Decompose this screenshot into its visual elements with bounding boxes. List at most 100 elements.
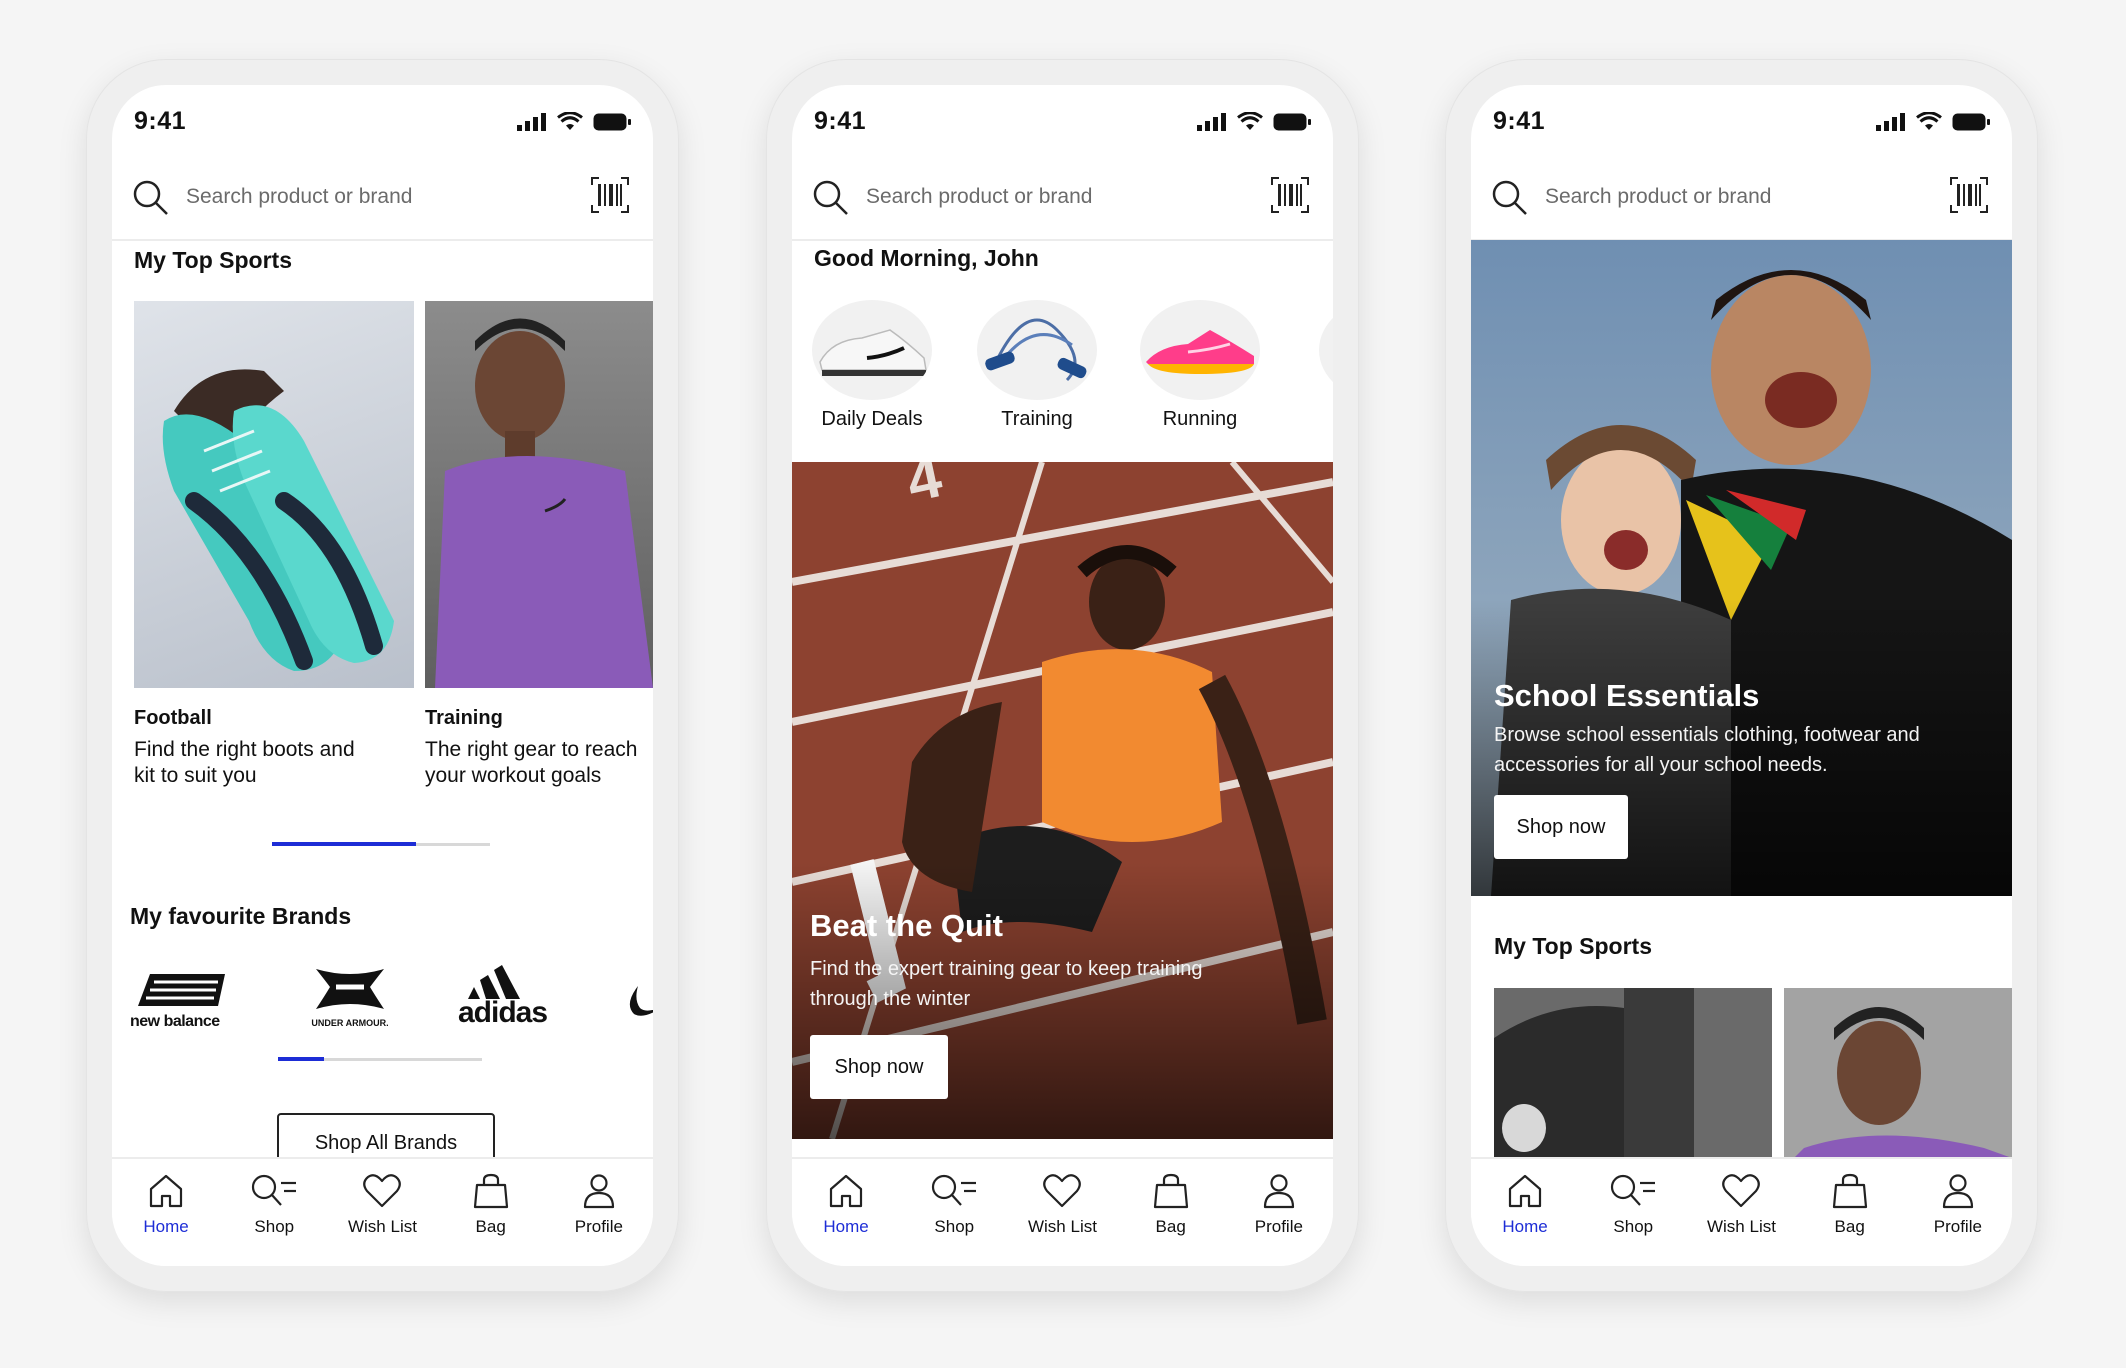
wifi-icon (1916, 112, 1942, 130)
home-icon (829, 1174, 863, 1208)
tab-label: Home (143, 1217, 189, 1236)
training-card-image[interactable] (425, 301, 653, 688)
hero-banner-school-essentials[interactable]: School Essentials Browse school essentia… (1471, 240, 2012, 896)
sport-desc-football: Find the right boots and kit to suit you (134, 737, 355, 789)
football-boots-image (162, 369, 394, 671)
barcode-scan-icon[interactable] (1950, 177, 1988, 213)
tab-wish-list[interactable]: Wish List (332, 1159, 432, 1266)
brand-new-balance[interactable]: new balance (130, 970, 240, 1040)
status-time: 9:41 (134, 107, 187, 135)
tab-bag[interactable]: Bag (1121, 1159, 1221, 1266)
pink-running-shoe-image (1146, 330, 1254, 374)
greeting-title: Good Morning, John (814, 245, 1039, 271)
category-thumb (977, 300, 1097, 400)
category-label: Running (1162, 408, 1238, 430)
tab-label: Wish List (1706, 1217, 1776, 1236)
jump-rope-image (985, 318, 1087, 382)
status-time: 9:41 (814, 107, 867, 135)
tab-home[interactable]: Home (116, 1159, 216, 1266)
tab-profile[interactable]: Profile (1229, 1159, 1329, 1266)
tab-label: Profile (1933, 1217, 1982, 1236)
hero-desc-line: Browse school essentials clothing, footw… (1494, 724, 1920, 746)
search-input[interactable]: Search product or brand (866, 185, 1092, 209)
training-athlete-image (1784, 988, 2012, 1158)
status-bar: 9:41 (1471, 85, 2012, 155)
sport-card-image[interactable] (1784, 988, 2012, 1158)
category-training[interactable]: Training (972, 300, 1102, 431)
heart-icon (1043, 1174, 1082, 1208)
search-bar[interactable]: Search product or brand (1471, 155, 2012, 241)
phone-frame-1: 9:41 Search product or brand My Top Spor… (86, 59, 679, 1292)
shop-search-icon (252, 1174, 297, 1206)
search-input[interactable]: Search product or brand (1545, 185, 1771, 209)
new-balance-logo (138, 974, 225, 1006)
category-label: Daily Deals (821, 408, 923, 430)
category-daily-deals[interactable]: Daily Deals (807, 300, 937, 431)
sport-desc-line: Find the right boots and (134, 738, 355, 761)
sports-pager-indicator (272, 842, 416, 846)
phone-frame-2: 9:41 Search product or brand Good Mornin… (766, 59, 1359, 1292)
hero-title: School Essentials (1494, 678, 1760, 713)
brand-under-armour[interactable]: UNDER ARMOUR. (300, 965, 400, 1040)
tab-wish-list[interactable]: Wish List (1012, 1159, 1112, 1266)
tab-wish-list[interactable]: Wish List (1691, 1159, 1791, 1266)
phone-frame-3: 9:41 Search product or brand School Esse… (1445, 59, 2038, 1292)
category-thumb (812, 300, 932, 400)
section-title-top-sports: My Top Sports (1494, 933, 1653, 959)
status-bar: 9:41 (112, 85, 653, 155)
search-input[interactable]: Search product or brand (186, 185, 412, 209)
barcode-scan-icon[interactable] (1271, 177, 1309, 213)
sport-desc-line: The right gear to reach (425, 738, 638, 761)
brand-adidas[interactable]: adidas (458, 963, 558, 1033)
tab-shop[interactable]: Shop (224, 1159, 324, 1266)
hero-shop-now-button[interactable]: Shop now (1494, 795, 1628, 859)
tab-bag[interactable]: Bag (1800, 1159, 1900, 1266)
profile-icon (1942, 1174, 1973, 1209)
tab-profile[interactable]: Profile (1908, 1159, 2008, 1266)
barcode-scan-icon[interactable] (591, 177, 629, 213)
heart-icon (1722, 1174, 1761, 1208)
section-title-top-sports: My Top Sports (134, 247, 293, 273)
tab-label: Shop (934, 1217, 975, 1236)
shop-search-icon (932, 1174, 977, 1206)
hero-shop-now-button[interactable]: Shop now (810, 1035, 948, 1099)
tab-home[interactable]: Home (1475, 1159, 1575, 1266)
sport-name-football: Football (134, 707, 212, 729)
tab-bar: Home Shop Wish List Bag Profile (112, 1157, 653, 1266)
tab-label: Bag (475, 1217, 506, 1236)
tab-label: Wish List (1027, 1217, 1097, 1236)
tab-bar: Home Shop Wish List Bag Profile (792, 1157, 1333, 1266)
hero-description: Find the expert training gear to keep tr… (810, 954, 1202, 1014)
category-label: Training (1001, 408, 1073, 430)
tab-profile[interactable]: Profile (549, 1159, 649, 1266)
category-running[interactable]: Running (1135, 300, 1265, 431)
football-card-image[interactable] (134, 301, 414, 688)
search-bar[interactable]: Search product or brand (112, 155, 653, 241)
hero-banner-beat-the-quit[interactable]: 4 Beat the Quit Find the expert training… (792, 462, 1333, 1139)
tab-shop[interactable]: Shop (904, 1159, 1004, 1266)
status-time: 9:41 (1493, 107, 1546, 135)
shop-search-icon (1611, 1174, 1656, 1206)
brand-label: new balance (130, 1013, 220, 1030)
wifi-icon (1237, 112, 1263, 130)
category-next-partial[interactable] (1319, 300, 1333, 400)
heart-icon (363, 1174, 402, 1208)
search-icon (813, 180, 848, 215)
sport-desc-line: kit to suit you (134, 764, 257, 787)
sport-desc-line: your workout goals (425, 764, 602, 787)
sport-card-image[interactable] (1494, 988, 1772, 1158)
sport-desc-training: The right gear to reach your workout goa… (425, 737, 637, 789)
category-thumb (1319, 300, 1333, 400)
brand-nike-partial[interactable] (624, 980, 653, 1020)
hero-desc-line: accessories for all your school needs. (1494, 754, 1828, 776)
tab-shop[interactable]: Shop (1583, 1159, 1683, 1266)
brands-pager-indicator (278, 1057, 324, 1061)
tab-label: Profile (1254, 1217, 1303, 1236)
search-bar[interactable]: Search product or brand (792, 155, 1333, 241)
tab-home[interactable]: Home (796, 1159, 896, 1266)
hero-description: Browse school essentials clothing, footw… (1494, 720, 1920, 780)
battery-icon (1273, 113, 1311, 131)
sport-name-training: Training (425, 707, 503, 729)
category-thumb (1140, 300, 1260, 400)
tab-bag[interactable]: Bag (441, 1159, 541, 1266)
